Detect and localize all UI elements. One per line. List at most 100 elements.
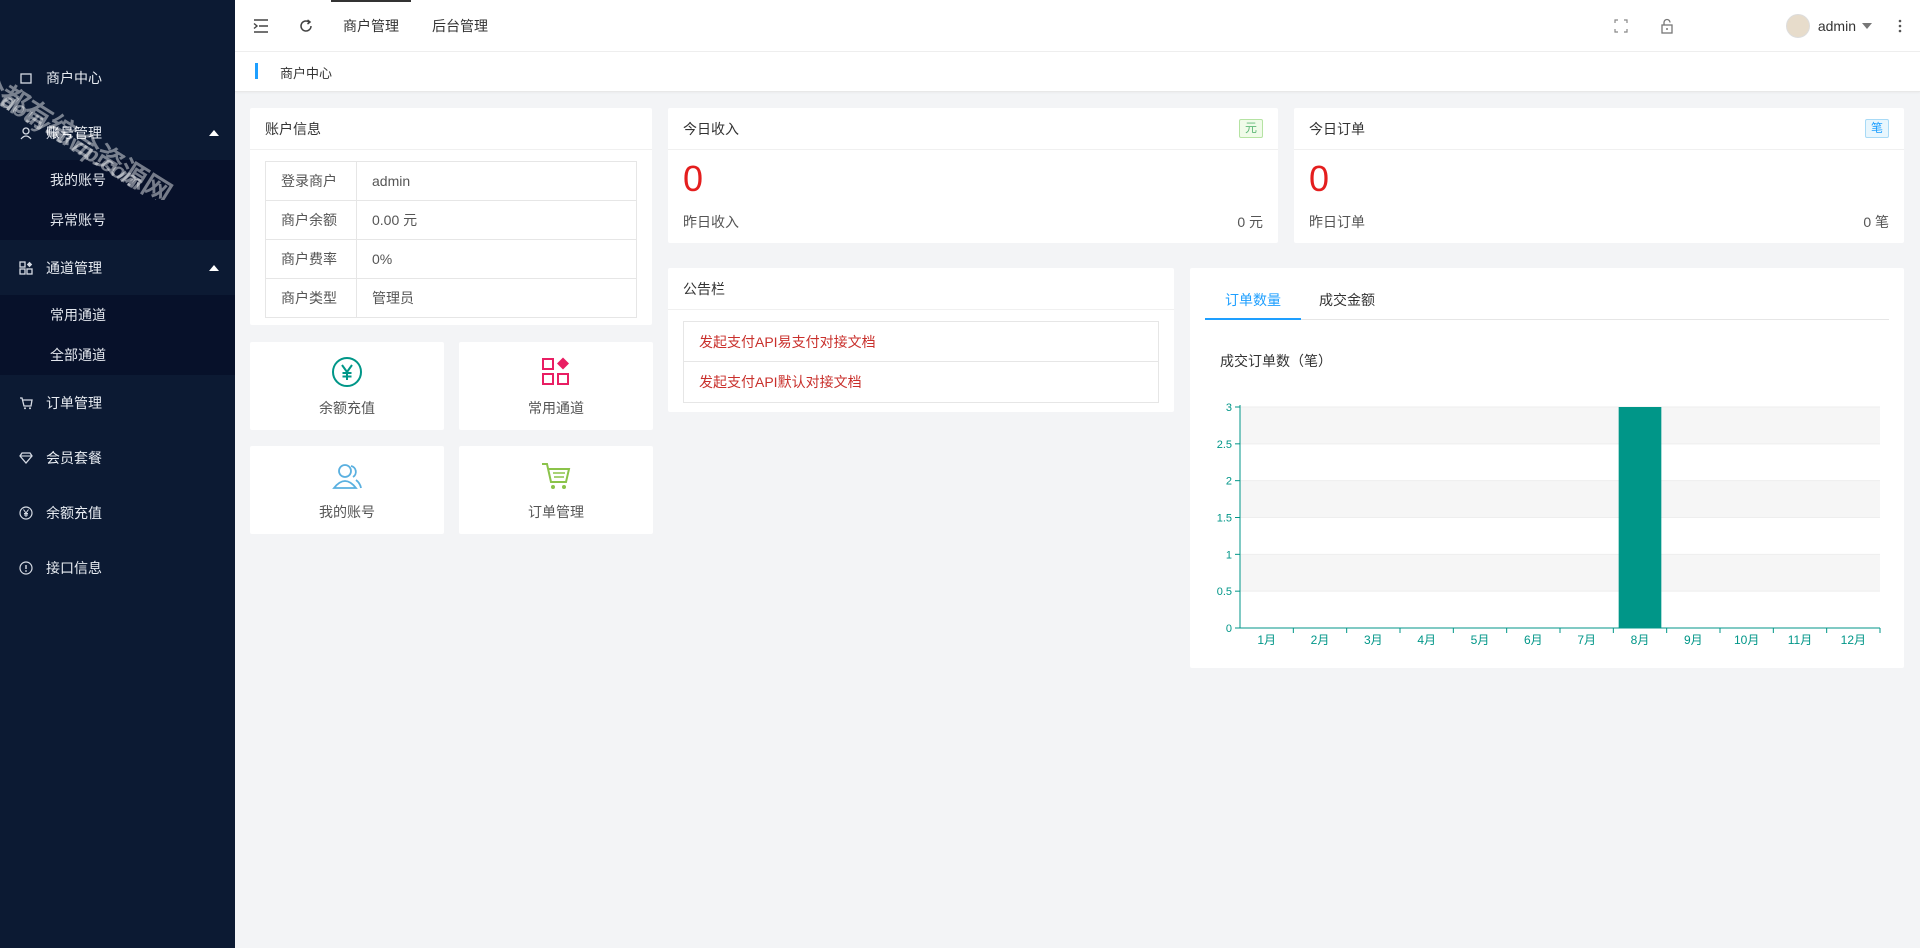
sidebar-item-membership[interactable]: 会员套餐 (0, 430, 235, 485)
shortcut-label: 余额充值 (319, 400, 375, 416)
shortcut-order-management[interactable]: 订单管理 (459, 446, 653, 534)
card-title: 公告栏 (668, 268, 1174, 310)
user-menu[interactable]: admin (1785, 14, 1872, 38)
sidebar-subitem-abnormal-account[interactable]: 异常账号 (0, 200, 235, 240)
table-row: 商户费率 0% (265, 239, 637, 279)
breadcrumb: 商户中心 (235, 52, 1920, 92)
y-tick-label: 0 (1226, 623, 1232, 635)
sidebar-item-merchant-center[interactable]: 商户中心 (0, 50, 235, 105)
home-icon (18, 70, 34, 86)
shortcut-common-channel[interactable]: 常用通道 (459, 342, 653, 430)
x-tick-label: 12月 (1841, 633, 1866, 647)
grid-band (1240, 407, 1880, 444)
top-header: 商户管理 后台管理 admin (235, 0, 1920, 52)
card-title: 今日收入 元 (668, 108, 1278, 150)
table-cell-value: 管理员 (356, 278, 637, 318)
lock-icon[interactable] (1655, 14, 1679, 38)
users-icon (332, 464, 362, 489)
sidebar-item-order-management[interactable]: 订单管理 (0, 375, 235, 430)
apps-icon (18, 260, 34, 276)
user-name: admin (1817, 18, 1856, 34)
card-title-text: 今日收入 (683, 121, 739, 137)
sidebar-item-label: 接口信息 (46, 559, 102, 576)
y-tick-label: 2.5 (1217, 439, 1232, 451)
sidebar: 商户中心 账号管理 我的账号 异常账号 通道管理 常用通道 全部通道 订单管理 … (0, 0, 235, 948)
x-tick-label: 5月 (1471, 633, 1490, 647)
y-tick-label: 2 (1226, 476, 1232, 488)
info-icon (18, 560, 34, 576)
fullscreen-icon[interactable] (1609, 14, 1633, 38)
table-cell-value: 0.00 元 (356, 200, 637, 240)
sidebar-subitem-common-channel[interactable]: 常用通道 (0, 295, 235, 335)
sidebar-item-label: 会员套餐 (46, 449, 102, 466)
x-tick-label: 7月 (1577, 633, 1596, 647)
menu-toggle-icon[interactable] (249, 14, 273, 38)
tab-admin-management[interactable]: 后台管理 (420, 0, 500, 52)
yesterday-income-label: 昨日收入 (683, 214, 739, 230)
breadcrumb-current[interactable]: 商户中心 (280, 63, 332, 82)
table-cell-key: 登录商户 (265, 161, 357, 201)
account-info-table: 登录商户 admin 商户余额 0.00 元 商户费率 0% 商户类型 管理员 (265, 161, 637, 318)
x-tick-label: 2月 (1311, 633, 1330, 647)
grid-band (1240, 517, 1880, 555)
sidebar-submenu-channel: 常用通道 全部通道 (0, 295, 235, 375)
today-orders-card: 今日订单 笔 0 昨日订单 0 笔 (1294, 108, 1904, 243)
table-cell-value: admin (356, 161, 637, 201)
caret-up-icon (209, 264, 219, 271)
y-tick-label: 3 (1226, 402, 1232, 414)
apps-icon (542, 357, 569, 385)
shortcut-label: 常用通道 (528, 400, 584, 416)
x-tick-label: 10月 (1734, 633, 1759, 647)
sidebar-subitem-my-account[interactable]: 我的账号 (0, 160, 235, 200)
sidebar-item-label: 商户中心 (46, 69, 102, 86)
today-income-card: 今日收入 元 0 昨日收入 0 元 (668, 108, 1278, 243)
y-tick-label: 1.5 (1217, 513, 1232, 525)
diamond-icon (18, 450, 34, 466)
shortcut-label: 我的账号 (319, 504, 375, 520)
x-tick-label: 4月 (1417, 633, 1436, 647)
sidebar-item-account-management[interactable]: 账号管理 (0, 105, 235, 160)
sidebar-item-channel-management[interactable]: 通道管理 (0, 240, 235, 295)
x-tick-label: 3月 (1364, 633, 1383, 647)
y-tick-label: 0.5 (1217, 586, 1232, 598)
card-title-text: 今日订单 (1309, 121, 1365, 137)
card-title: 账户信息 (250, 108, 652, 150)
sidebar-item-label: 账号管理 (46, 124, 102, 141)
sidebar-item-recharge[interactable]: 余额充值 (0, 485, 235, 540)
x-tick-label: 6月 (1524, 633, 1543, 647)
yesterday-orders-value: 0 笔 (1863, 214, 1889, 230)
sidebar-item-api-info[interactable]: 接口信息 (0, 540, 235, 595)
sidebar-submenu-account: 我的账号 异常账号 (0, 160, 235, 240)
grid-band (1240, 443, 1880, 481)
tab-merchant-management[interactable]: 商户管理 (331, 0, 411, 52)
table-row: 商户类型 管理员 (265, 278, 637, 318)
orders-value: 0 (1309, 158, 1330, 199)
x-tick-label: 11月 (1788, 633, 1812, 647)
sidebar-item-label: 订单管理 (46, 394, 102, 411)
notice-board-card: 公告栏 发起支付API易支付对接文档 发起支付API默认对接文档 (668, 268, 1174, 412)
table-row: 登录商户 admin (265, 161, 637, 201)
notice-list: 发起支付API易支付对接文档 发起支付API默认对接文档 (683, 321, 1159, 403)
account-info-card: 账户信息 登录商户 admin 商户余额 0.00 元 商户费率 0% 商户类型 管理员 (250, 108, 652, 325)
yen-circle-icon (332, 357, 362, 387)
notice-link[interactable]: 发起支付API默认对接文档 (684, 362, 1158, 402)
sidebar-subitem-all-channel[interactable]: 全部通道 (0, 335, 235, 375)
shortcut-my-account[interactable]: 我的账号 (250, 446, 444, 534)
breadcrumb-marker (255, 63, 258, 79)
refresh-icon[interactable] (294, 14, 318, 38)
yesterday-income-value: 0 元 (1237, 214, 1263, 230)
shortcut-recharge[interactable]: 余额充值 (250, 342, 444, 430)
more-icon[interactable] (1888, 14, 1912, 38)
shortcut-label: 订单管理 (528, 504, 584, 520)
table-cell-key: 商户费率 (265, 239, 357, 279)
unit-badge: 笔 (1864, 119, 1889, 138)
cart-icon (542, 463, 571, 489)
table-cell-value: 0% (356, 239, 637, 279)
user-icon (18, 125, 34, 141)
yesterday-income-row: 昨日收入 0 元 (683, 212, 1263, 232)
card-title: 今日订单 笔 (1294, 108, 1904, 150)
x-tick-label: 9月 (1684, 633, 1703, 647)
chart-bar (1618, 407, 1662, 628)
notice-link[interactable]: 发起支付API易支付对接文档 (684, 322, 1158, 362)
avatar (1785, 14, 1810, 38)
